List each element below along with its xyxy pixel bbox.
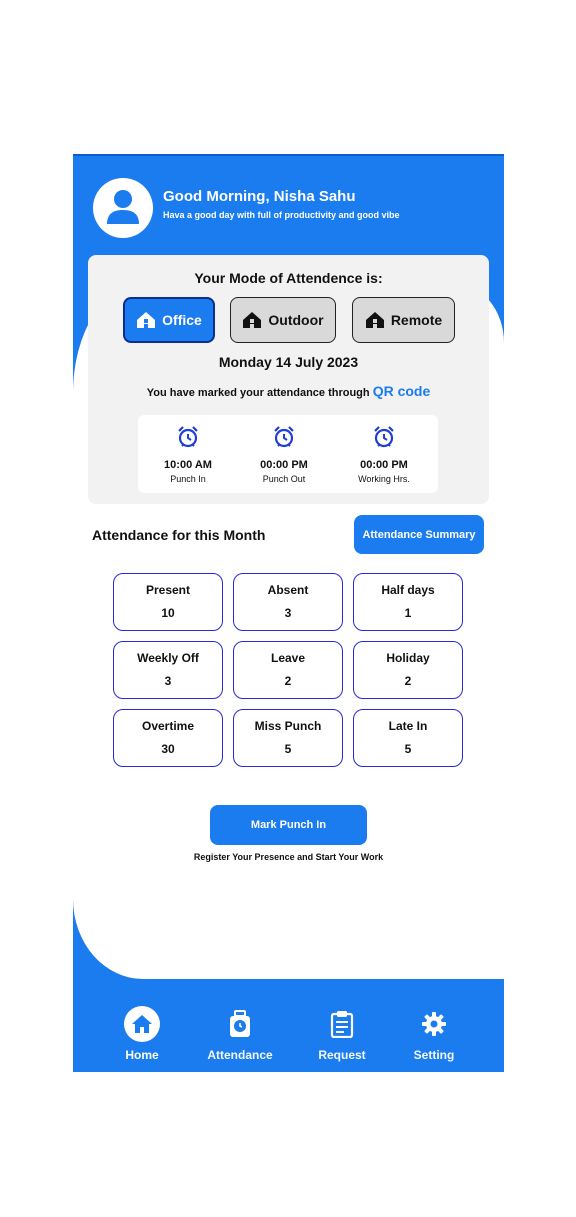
working-hours-item: 00:00 PM Working Hrs. (334, 425, 434, 484)
home-icon-circle (124, 1006, 160, 1042)
outdoor-icon (243, 312, 262, 328)
stat-leave[interactable]: Leave 2 (233, 641, 343, 699)
punch-in-label: Punch In (170, 474, 206, 484)
clipboard-icon (330, 1011, 354, 1038)
mode-remote-button[interactable]: Remote (352, 297, 455, 343)
stat-label: Holiday (386, 651, 430, 665)
stat-value: 3 (164, 674, 172, 688)
stat-label: Leave (270, 651, 306, 665)
nav-home-label: Home (125, 1048, 159, 1062)
attendance-icon (230, 1010, 250, 1037)
punch-in-caption: Register Your Presence and Start Your Wo… (193, 852, 384, 862)
punch-out-item: 00:00 PM Punch Out (234, 425, 334, 484)
mark-punch-in-button[interactable]: Mark Punch In (210, 805, 367, 845)
punch-out-label: Punch Out (262, 474, 306, 484)
stat-value: 1 (404, 606, 412, 620)
stat-value: 5 (284, 742, 292, 756)
alarm-clock-icon (274, 426, 294, 448)
stat-label: Late In (388, 719, 428, 733)
greeting-subtitle: Hava a good day with full of productivit… (163, 210, 400, 220)
punch-in-item: 10:00 AM Punch In (138, 425, 238, 484)
nav-setting[interactable]: Setting (389, 1004, 479, 1062)
stat-label: Half days (381, 583, 435, 597)
stat-overtime[interactable]: Overtime 30 (113, 709, 223, 767)
stat-label: Present (145, 583, 191, 597)
stat-late-in[interactable]: Late In 5 (353, 709, 463, 767)
working-hours-time: 00:00 PM (360, 459, 408, 471)
nav-setting-label: Setting (413, 1048, 455, 1062)
current-date: Monday 14 July 2023 (218, 354, 359, 370)
nav-attendance-label: Attendance (207, 1048, 273, 1062)
home-icon (132, 1015, 152, 1033)
stat-value: 3 (284, 606, 292, 620)
stat-value: 2 (284, 674, 292, 688)
stat-label: Miss Punch (254, 719, 322, 733)
app-screen: Good Morning, Nisha Sahu Hava a good day… (73, 154, 504, 1072)
stat-present[interactable]: Present 10 (113, 573, 223, 631)
attendance-summary-button[interactable]: Attendance Summary (354, 515, 484, 554)
stat-value: 30 (161, 742, 175, 756)
stat-value: 2 (404, 674, 412, 688)
stat-value: 5 (404, 742, 412, 756)
stat-value: 10 (161, 606, 175, 620)
nav-request-label: Request (318, 1048, 366, 1062)
mode-outdoor-button[interactable]: Outdoor (230, 297, 336, 343)
avatar[interactable] (93, 178, 153, 238)
marked-text: You have marked your attendance through (146, 387, 370, 399)
nav-attendance[interactable]: Attendance (195, 1004, 285, 1062)
mode-office-label: Office (162, 312, 202, 328)
user-icon (107, 190, 139, 224)
working-hours-label: Working Hrs. (358, 474, 410, 484)
stat-half-days[interactable]: Half days 1 (353, 573, 463, 631)
stat-label: Weekly Off (137, 651, 199, 665)
mode-remote-label: Remote (390, 312, 443, 328)
remote-icon (365, 312, 384, 328)
punch-in-time: 10:00 AM (164, 459, 212, 471)
punch-out-time: 00:00 PM (260, 459, 308, 471)
month-title: Attendance for this Month (92, 527, 266, 543)
alarm-clock-icon (178, 426, 198, 448)
qr-code-link[interactable]: QR code (373, 383, 431, 399)
greeting-text: Good Morning, Nisha Sahu (163, 188, 356, 205)
alarm-clock-icon (374, 426, 394, 448)
stat-label: Overtime (141, 719, 195, 733)
gear-icon (422, 1012, 446, 1036)
nav-request[interactable]: Request (297, 1004, 387, 1062)
stat-weekly-off[interactable]: Weekly Off 3 (113, 641, 223, 699)
stat-miss-punch[interactable]: Miss Punch 5 (233, 709, 343, 767)
punch-summary: 10:00 AM Punch In 00:00 PM Punch Out 00:… (138, 415, 438, 493)
stat-absent[interactable]: Absent 3 (233, 573, 343, 631)
stat-holiday[interactable]: Holiday 2 (353, 641, 463, 699)
mode-title: Your Mode of Attendence is: (194, 270, 383, 286)
mode-outdoor-label: Outdoor (268, 312, 324, 328)
marked-attendance-text: You have marked your attendance through … (88, 383, 489, 399)
nav-home[interactable]: Home (97, 1004, 187, 1062)
office-icon (137, 312, 156, 328)
header: Good Morning, Nisha Sahu Hava a good day… (93, 178, 493, 240)
stat-label: Absent (267, 583, 309, 597)
mode-office-button[interactable]: Office (123, 297, 215, 343)
attendance-mode-card: Your Mode of Attendence is: Office Outdo… (88, 255, 489, 504)
